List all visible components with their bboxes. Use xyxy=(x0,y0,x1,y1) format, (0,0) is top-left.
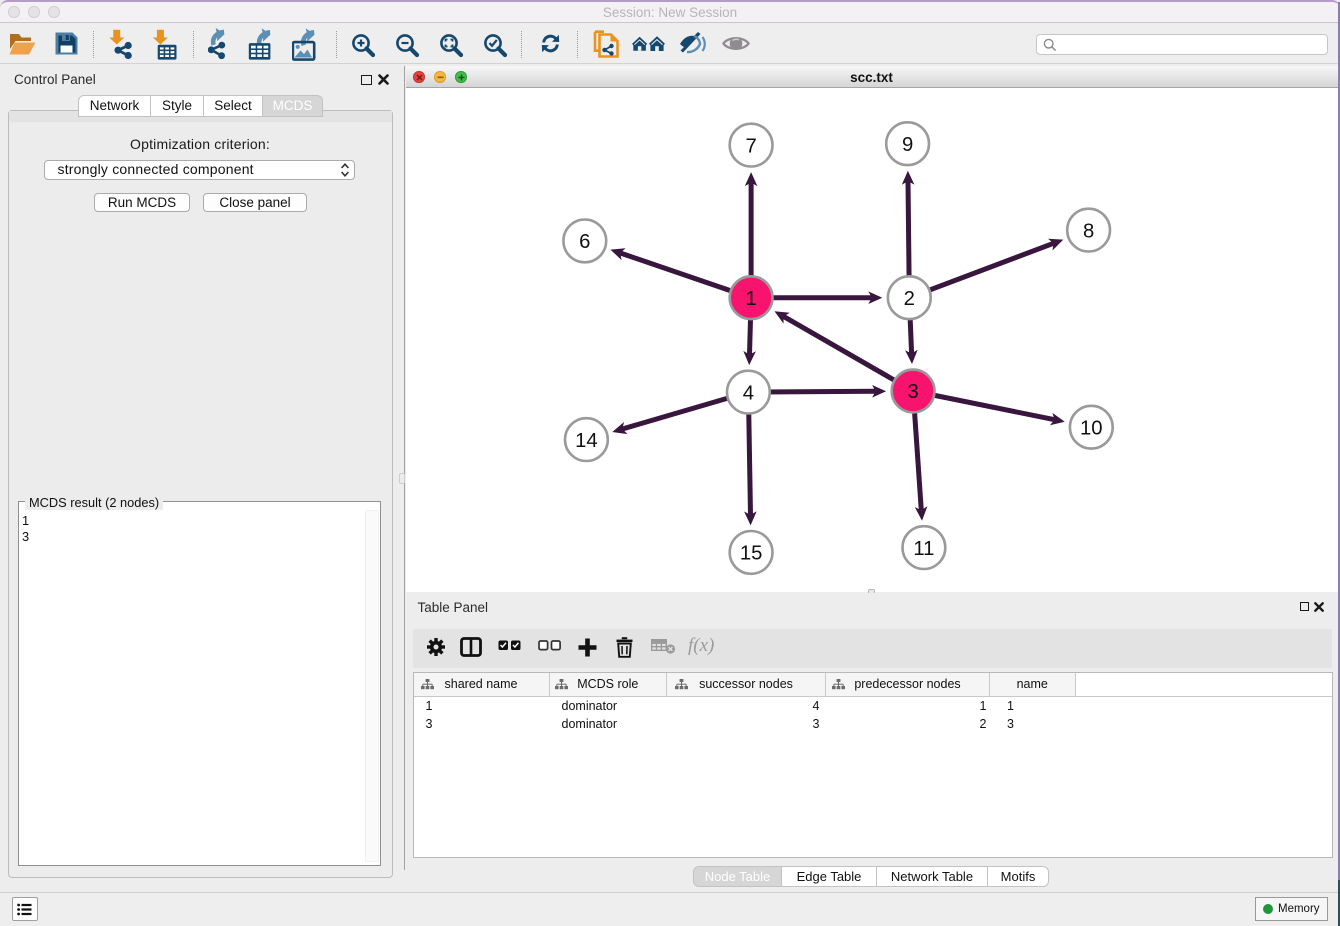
svg-text:10: 10 xyxy=(1080,417,1103,439)
svg-text:11: 11 xyxy=(913,537,934,559)
svg-text:15: 15 xyxy=(739,542,762,564)
svg-text:3: 3 xyxy=(907,381,918,403)
svg-text:14: 14 xyxy=(575,429,598,451)
svg-text:2: 2 xyxy=(903,287,914,309)
svg-text:6: 6 xyxy=(579,231,590,253)
svg-text:9: 9 xyxy=(901,133,912,155)
svg-text:8: 8 xyxy=(1082,220,1093,242)
svg-text:1: 1 xyxy=(745,287,756,309)
svg-text:4: 4 xyxy=(742,382,753,404)
svg-text:7: 7 xyxy=(745,135,756,157)
